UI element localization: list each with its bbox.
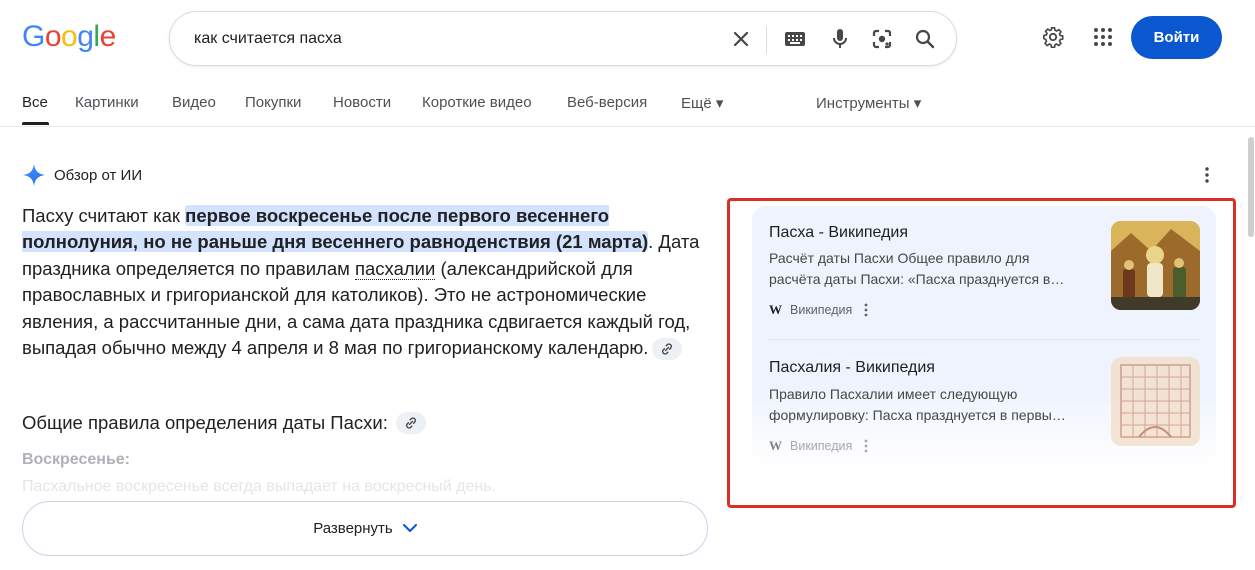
google-logo[interactable]: Google	[22, 20, 116, 54]
expand-button[interactable]: Развернуть	[22, 501, 708, 556]
chevron-down-icon	[402, 524, 417, 533]
highlight-annotation-box	[727, 198, 1236, 508]
ai-subheading: Общие правила определения даты Пасхи:	[22, 412, 426, 434]
clear-icon[interactable]	[728, 26, 754, 52]
ai-overview-paragraph: Пасху считают как первое воскресенье пос…	[22, 203, 702, 361]
search-icon[interactable]	[912, 26, 938, 52]
source-link-chip[interactable]	[652, 338, 683, 361]
source-link-chip[interactable]	[395, 412, 426, 434]
tab-all[interactable]: Все	[22, 94, 48, 111]
ai-term-link[interactable]: пасхалии	[355, 257, 436, 280]
logo-letter: g	[77, 20, 94, 53]
logo-letter: o	[44, 20, 62, 53]
apps-grid-icon[interactable]	[1090, 24, 1116, 50]
search-input[interactable]: как считается пасха	[194, 30, 694, 48]
page-scrollbar[interactable]	[1248, 137, 1254, 237]
tab-video[interactable]: Видео	[172, 94, 216, 111]
header-divider	[0, 126, 1255, 127]
search-divider	[766, 26, 767, 54]
expand-label: Развернуть	[313, 520, 393, 537]
lens-camera-icon[interactable]	[869, 26, 895, 52]
logo-letter: G	[22, 20, 45, 53]
tab-shopping[interactable]: Покупки	[245, 94, 301, 111]
settings-gear-icon[interactable]	[1040, 24, 1066, 50]
ai-faded-line: Пасхальное воскресенье всегда выпадает н…	[22, 478, 497, 495]
tab-news[interactable]: Новости	[333, 94, 391, 111]
ai-faded-heading: Воскресенье:	[22, 451, 131, 468]
ai-overview-label: Обзор от ИИ	[54, 166, 143, 184]
ai-sparkle-icon	[23, 164, 45, 186]
keyboard-icon[interactable]	[782, 26, 808, 52]
logo-letter: o	[61, 20, 78, 53]
tab-images[interactable]: Картинки	[75, 94, 139, 111]
logo-letter: e	[99, 20, 117, 53]
active-tab-indicator	[22, 122, 49, 125]
ai-overview-header: Обзор от ИИ	[22, 163, 142, 187]
search-box[interactable]: как считается пасха	[169, 11, 957, 66]
tab-tools[interactable]: Инструменты ▾	[816, 94, 921, 112]
tab-web[interactable]: Веб-версия	[567, 94, 647, 111]
link-icon	[405, 417, 416, 429]
microphone-icon[interactable]	[827, 26, 853, 52]
tab-short-videos[interactable]: Короткие видео	[422, 94, 532, 111]
login-button[interactable]: Войти	[1131, 16, 1222, 59]
tab-more[interactable]: Ещё ▾	[681, 94, 723, 112]
link-icon	[662, 343, 673, 355]
ai-text-intro: Пасху считают как	[22, 205, 186, 226]
ai-subheading-text: Общие правила определения даты Пасхи:	[22, 412, 388, 433]
more-options-icon[interactable]	[1198, 165, 1216, 185]
